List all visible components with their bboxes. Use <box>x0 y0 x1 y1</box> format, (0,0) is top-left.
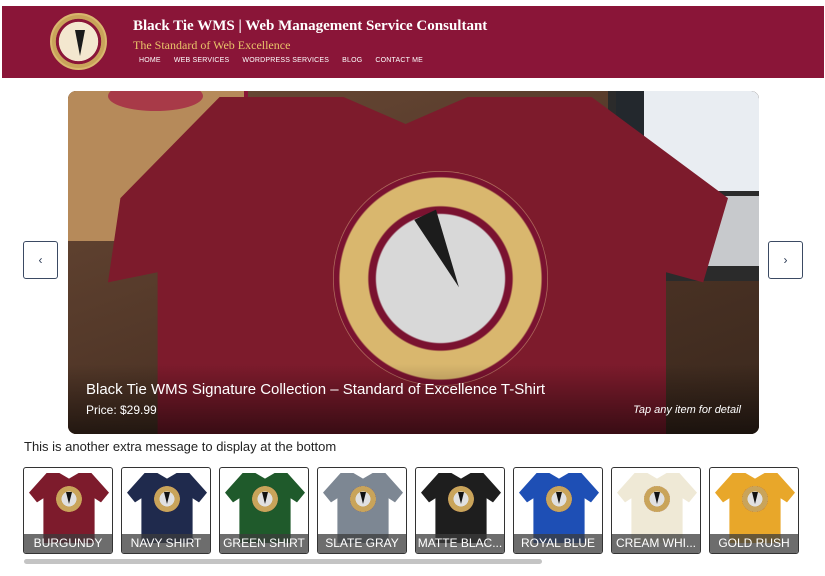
thumbnail-label: SLATE GRAY <box>318 534 406 553</box>
slide-title: Black Tie WMS Signature Collection – Sta… <box>86 381 546 398</box>
extra-message: This is another extra message to display… <box>24 439 337 454</box>
site-title[interactable]: Black Tie WMS | Web Management Service C… <box>133 18 487 35</box>
nav-web-services[interactable]: WEB SERVICES <box>174 57 230 64</box>
thumbnail-label: GREEN SHIRT <box>220 534 308 553</box>
thumbnail-matte-black[interactable]: MATTE BLAC... <box>415 467 505 554</box>
nav-blog[interactable]: BLOG <box>342 57 362 64</box>
emblem-icon <box>546 486 572 512</box>
logo[interactable] <box>50 13 107 70</box>
thumbnail-green[interactable]: GREEN SHIRT <box>219 467 309 554</box>
slider-next-button[interactable]: › <box>768 241 803 279</box>
thumbnail-strip: BURGUNDY NAVY SHIRT GREEN SHIRT SLATE GR… <box>23 467 799 554</box>
thumbnail-burgundy[interactable]: BURGUNDY <box>23 467 113 554</box>
thumbnail-navy[interactable]: NAVY SHIRT <box>121 467 211 554</box>
slide-price: Price: $29.99 <box>86 403 157 417</box>
thumbnail-label: MATTE BLAC... <box>416 534 504 553</box>
slide-hint: Tap any item for detail <box>633 404 741 416</box>
slide-caption-overlay <box>68 364 759 434</box>
main-nav: HOME WEB SERVICES WORDPRESS SERVICES BLO… <box>139 57 423 64</box>
thumbnail-label: NAVY SHIRT <box>122 534 210 553</box>
emblem-icon <box>448 486 474 512</box>
thumbnail-label: BURGUNDY <box>24 534 112 553</box>
product-slider[interactable]: Black Tie WMS Signature Collection – Sta… <box>68 91 759 434</box>
thumbnail-cream-white[interactable]: CREAM WHI... <box>611 467 701 554</box>
nav-home[interactable]: HOME <box>139 57 161 64</box>
thumbnail-label: GOLD RUSH <box>710 534 798 553</box>
emblem-icon <box>154 486 180 512</box>
thumbnail-royal-blue[interactable]: ROYAL BLUE <box>513 467 603 554</box>
slider-prev-button[interactable]: ‹ <box>23 241 58 279</box>
thumbnail-label: ROYAL BLUE <box>514 534 602 553</box>
black-tie-emblem-icon <box>333 171 548 386</box>
emblem-icon <box>252 486 278 512</box>
emblem-icon <box>56 486 82 512</box>
nav-contact-me[interactable]: CONTACT ME <box>375 57 423 64</box>
emblem-icon <box>350 486 376 512</box>
emblem-icon <box>644 486 670 512</box>
thumbnail-label: CREAM WHI... <box>612 534 700 553</box>
thumbnail-scrollbar[interactable] <box>24 559 542 564</box>
nav-wordpress-services[interactable]: WORDPRESS SERVICES <box>242 57 329 64</box>
tie-icon <box>75 30 85 56</box>
site-tagline: The Standard of Web Excellence <box>133 38 291 52</box>
site-header: Black Tie WMS | Web Management Service C… <box>2 6 824 78</box>
emblem-icon <box>742 486 768 512</box>
thumbnail-gold-rush[interactable]: GOLD RUSH <box>709 467 799 554</box>
thumbnail-slate-gray[interactable]: SLATE GRAY <box>317 467 407 554</box>
